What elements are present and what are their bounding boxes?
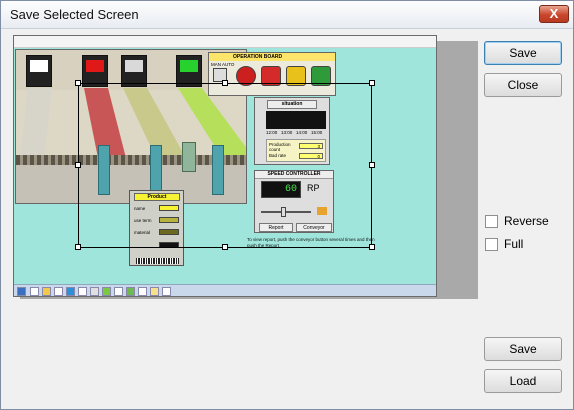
title-bar: Save Selected Screen X — [1, 1, 573, 29]
speed-controller-title: SPEED CONTROLLER — [255, 171, 333, 179]
close-window-button[interactable]: X — [539, 5, 569, 23]
product-name-field — [159, 205, 179, 211]
situation-title: situation — [267, 100, 317, 109]
red-lamp-button[interactable] — [261, 66, 281, 86]
tick-2: 13:00 — [281, 130, 293, 135]
preview-taskbar — [14, 284, 436, 296]
machine-1 — [98, 145, 110, 195]
close-icon: X — [549, 6, 559, 21]
preview-menubar — [14, 36, 436, 48]
bad-rate-value: 0 — [299, 153, 323, 159]
product-material-label: material — [134, 230, 151, 235]
speed-unit: RP — [307, 183, 320, 193]
resize-handle-top-left[interactable] — [75, 80, 81, 86]
save-button[interactable]: Save — [484, 41, 562, 65]
taskbar-app-icon — [138, 287, 147, 296]
machine-3 — [212, 145, 224, 195]
production-count-value: 3 — [299, 143, 323, 149]
taskbar-app-icon — [66, 287, 75, 296]
report-instructions: To view report, push the conveyor button… — [247, 237, 375, 248]
control-cabinet — [182, 142, 196, 172]
resize-handle-bottom-right[interactable] — [369, 244, 375, 250]
resize-handle-left[interactable] — [75, 162, 81, 168]
conveyor-lane-1 — [20, 88, 52, 158]
product-card: Product name use term material — [129, 190, 184, 266]
taskbar-app-icon — [114, 287, 123, 296]
full-label: Full — [504, 237, 524, 251]
tick-3: 14:00 — [296, 130, 308, 135]
product-barcode — [136, 258, 179, 264]
save-selected-screen-dialog: Save Selected Screen X OPERATION BOARD M… — [0, 0, 574, 410]
resize-handle-top-right[interactable] — [369, 80, 375, 86]
bad-rate-label: Bad rate — [269, 153, 287, 158]
stop-button[interactable] — [236, 66, 256, 86]
start-icon — [17, 287, 26, 296]
taskbar-app-icon — [90, 287, 99, 296]
taskbar-app-icon — [54, 287, 63, 296]
speed-slider-thumb[interactable] — [281, 207, 286, 217]
situation-panel: situation 12:00 13:00 14:00 15:00 Produc… — [254, 97, 330, 165]
product-material-field — [159, 229, 179, 235]
speed-controller-panel: SPEED CONTROLLER 60 RP Report Conveyor — [254, 170, 334, 233]
resize-handle-right[interactable] — [369, 162, 375, 168]
taskbar-app-icon — [126, 287, 135, 296]
report-button[interactable]: Report — [259, 223, 293, 232]
product-use-term-label: use term — [134, 218, 152, 223]
taskbar-app-icon — [30, 287, 39, 296]
product-title: Product — [134, 193, 180, 201]
reverse-option[interactable]: Reverse — [485, 214, 549, 228]
reverse-checkbox[interactable] — [485, 214, 498, 228]
product-use-term-field — [159, 217, 179, 223]
reverse-label: Reverse — [504, 214, 549, 228]
product-name-label: name — [134, 206, 146, 211]
full-option[interactable]: Full — [485, 237, 523, 251]
close-button[interactable]: Close — [484, 73, 562, 97]
load-button[interactable]: Load — [484, 369, 562, 393]
speed-slider-track[interactable] — [261, 207, 311, 217]
operation-board-title: OPERATION BOARD — [209, 53, 335, 61]
resize-handle-bottom-left[interactable] — [75, 244, 81, 250]
operation-board: OPERATION BOARD MAN AUTO — [208, 52, 336, 96]
taskbar-app-icon — [102, 287, 111, 296]
taskbar-app-icon — [78, 287, 87, 296]
machine-2 — [150, 145, 162, 195]
window-title: Save Selected Screen — [10, 7, 139, 22]
resize-handle-top[interactable] — [222, 80, 228, 86]
tick-4: 15:00 — [311, 130, 323, 135]
taskbar-app-icon — [42, 287, 51, 296]
conveyor-button[interactable]: Conveyor — [296, 223, 332, 232]
speed-icon — [317, 207, 327, 215]
taskbar-app-icon — [162, 287, 171, 296]
taskbar-app-icon — [150, 287, 159, 296]
save-file-button[interactable]: Save — [484, 337, 562, 361]
mode-label-auto: AUTO — [222, 62, 235, 67]
mode-label-man: MAN — [211, 62, 221, 67]
speed-value: 60 — [284, 184, 297, 195]
product-extra-field — [159, 242, 179, 248]
production-count-label: Production count — [269, 142, 291, 152]
speed-display: 60 — [261, 181, 301, 198]
yellow-lamp-button[interactable] — [286, 66, 306, 86]
full-checkbox[interactable] — [485, 237, 498, 251]
resize-handle-bottom[interactable] — [222, 244, 228, 250]
green-lamp-button[interactable] — [311, 66, 331, 86]
situation-graph — [266, 111, 326, 129]
tick-1: 12:00 — [266, 130, 278, 135]
